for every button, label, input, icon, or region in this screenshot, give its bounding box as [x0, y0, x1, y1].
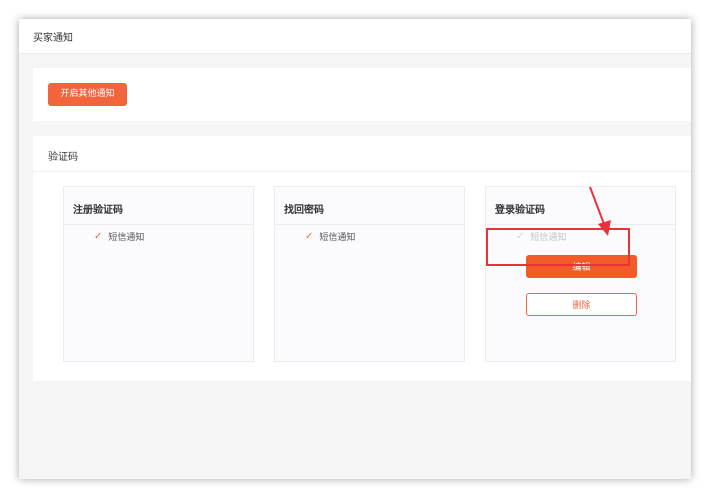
item-label: 短信通知: [108, 233, 145, 243]
divider: [33, 171, 691, 172]
login-code-card[interactable]: 登录验证码 ✓ 短信通知 编辑 删除: [485, 186, 676, 362]
card-title: 找回密码: [284, 205, 324, 216]
check-icon: ✓: [305, 231, 314, 242]
card-header: 找回密码: [275, 187, 464, 225]
highlight-box: [486, 228, 630, 266]
check-icon: ✓: [94, 231, 103, 242]
action-panel: 开启其他通知: [33, 68, 691, 121]
top-bar: 买家通知: [19, 19, 691, 54]
open-other-notifications-button[interactable]: 开启其他通知: [48, 83, 127, 106]
card-header: 注册验证码: [64, 187, 253, 225]
item-label: 短信通知: [319, 233, 356, 243]
delete-button[interactable]: 删除: [526, 293, 637, 316]
page-title: 买家通知: [33, 33, 73, 44]
register-code-card: 注册验证码 ✓ 短信通知: [63, 186, 254, 362]
sms-notice-item: ✓ 短信通知: [305, 230, 355, 243]
card-header: 登录验证码: [486, 187, 675, 225]
section-title: 验证码: [48, 152, 78, 163]
sms-notice-item: ✓ 短信通知: [94, 230, 144, 243]
find-password-card: 找回密码 ✓ 短信通知: [274, 186, 465, 362]
card-title: 登录验证码: [495, 205, 545, 216]
card-title: 注册验证码: [73, 205, 123, 216]
